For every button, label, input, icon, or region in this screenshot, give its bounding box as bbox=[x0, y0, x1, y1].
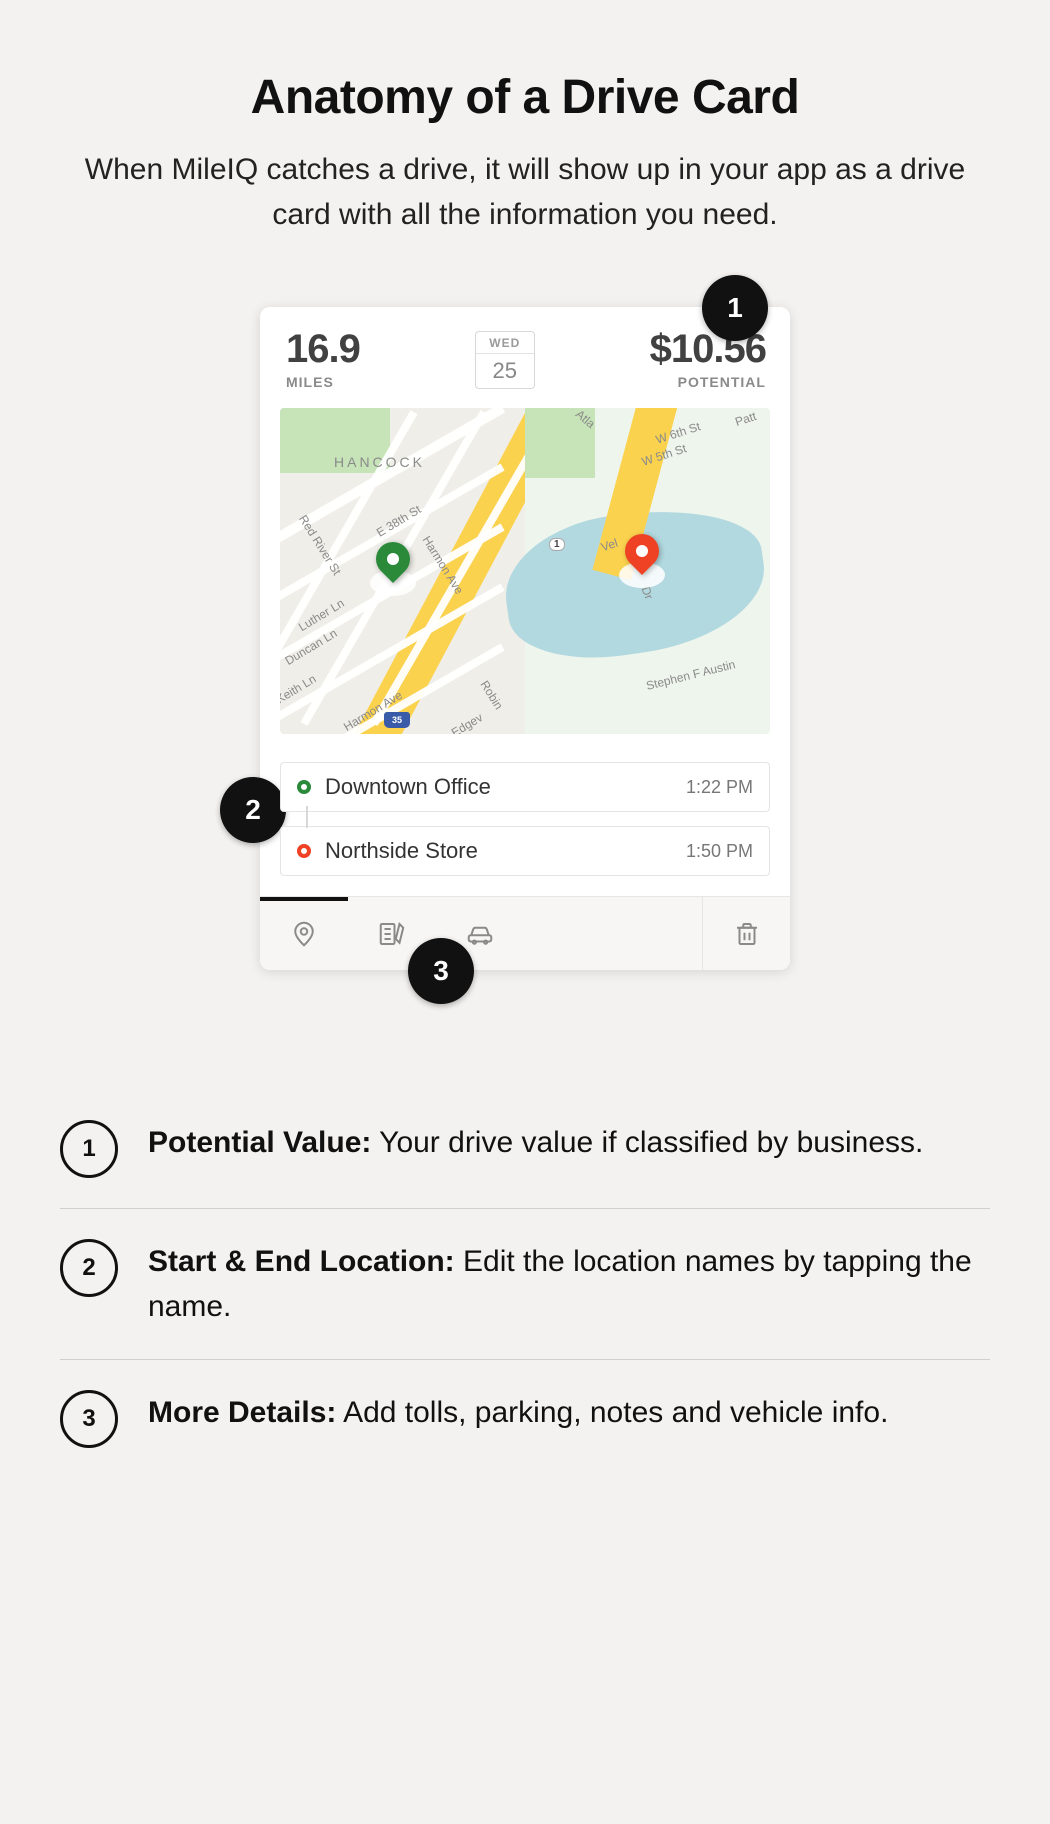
start-location-name: Downtown Office bbox=[325, 774, 491, 800]
drive-card-wrapper: 1 2 3 16.9 MILES WED 25 $10.56 POTENTIAL bbox=[260, 307, 790, 970]
location-connector-line bbox=[306, 806, 308, 828]
delete-button[interactable] bbox=[702, 897, 790, 970]
end-location-name: Northside Store bbox=[325, 838, 478, 864]
notes-icon bbox=[377, 919, 407, 949]
page-subtitle: When MileIQ catches a drive, it will sho… bbox=[60, 147, 990, 237]
vehicle-tab-button[interactable] bbox=[436, 897, 524, 970]
legend-desc-3: Add tolls, parking, notes and vehicle in… bbox=[336, 1396, 888, 1429]
location-tab-button[interactable] bbox=[260, 897, 348, 970]
drive-card-toolbar bbox=[260, 896, 790, 970]
map-label-hancock: HANCOCK bbox=[334, 454, 425, 470]
notes-tab-button[interactable] bbox=[348, 897, 436, 970]
legend-title-1: Potential Value: bbox=[148, 1126, 371, 1159]
map-street-robin: Robin bbox=[477, 678, 505, 712]
date-day: 25 bbox=[476, 354, 534, 388]
date-chip: WED 25 bbox=[475, 331, 535, 389]
car-icon bbox=[465, 919, 495, 949]
start-location-row[interactable]: Downtown Office 1:22 PM bbox=[280, 762, 770, 812]
locations-list: Downtown Office 1:22 PM Northside Store … bbox=[260, 734, 790, 896]
miles-label: MILES bbox=[286, 374, 360, 390]
route-1-shield-icon: 1 bbox=[549, 538, 565, 551]
legend-list: 1 Potential Value: Your drive value if c… bbox=[60, 1090, 990, 1478]
map-street-edge: Edgev bbox=[449, 710, 485, 734]
interstate-35-shield-icon: 35 bbox=[384, 712, 410, 728]
callout-badge-1: 1 bbox=[702, 275, 768, 341]
legend-text-1: Potential Value: Your drive value if cla… bbox=[148, 1120, 923, 1165]
legend-number-1: 1 bbox=[60, 1120, 118, 1178]
legend-title-2: Start & End Location: bbox=[148, 1245, 455, 1278]
date-dow: WED bbox=[476, 332, 534, 354]
potential-label: POTENTIAL bbox=[650, 374, 766, 390]
map-street-saustin: Stephen F Austin bbox=[645, 657, 737, 693]
route-map[interactable]: HANCOCK E 38th St Red River St Harmon Av… bbox=[280, 408, 770, 734]
legend-item-3: 3 More Details: Add tolls, parking, note… bbox=[60, 1360, 990, 1478]
location-pin-icon bbox=[289, 919, 319, 949]
map-start-panel: HANCOCK E 38th St Red River St Harmon Av… bbox=[280, 408, 525, 734]
start-dot-icon bbox=[297, 780, 311, 794]
legend-item-2: 2 Start & End Location: Edit the locatio… bbox=[60, 1209, 990, 1360]
drive-card: 16.9 MILES WED 25 $10.56 POTENTIAL bbox=[260, 307, 790, 970]
end-dot-icon bbox=[297, 844, 311, 858]
legend-desc-1: Your drive value if classified by busine… bbox=[371, 1126, 923, 1159]
legend-title-3: More Details: bbox=[148, 1396, 336, 1429]
legend-number-2: 2 bbox=[60, 1239, 118, 1297]
legend-text-3: More Details: Add tolls, parking, notes … bbox=[148, 1390, 888, 1435]
trash-icon bbox=[732, 919, 762, 949]
legend-item-1: 1 Potential Value: Your drive value if c… bbox=[60, 1090, 990, 1209]
miles-value: 16.9 bbox=[286, 327, 360, 372]
map-end-panel: Atla W 6th St W 5th St Patt Vel Dr Steph… bbox=[525, 408, 770, 734]
page-title: Anatomy of a Drive Card bbox=[60, 70, 990, 125]
end-location-row[interactable]: Northside Store 1:50 PM bbox=[280, 826, 770, 876]
start-location-time: 1:22 PM bbox=[686, 777, 753, 798]
legend-number-3: 3 bbox=[60, 1390, 118, 1448]
end-location-time: 1:50 PM bbox=[686, 841, 753, 862]
legend-text-2: Start & End Location: Edit the location … bbox=[148, 1239, 990, 1329]
miles-block: 16.9 MILES bbox=[286, 327, 360, 390]
